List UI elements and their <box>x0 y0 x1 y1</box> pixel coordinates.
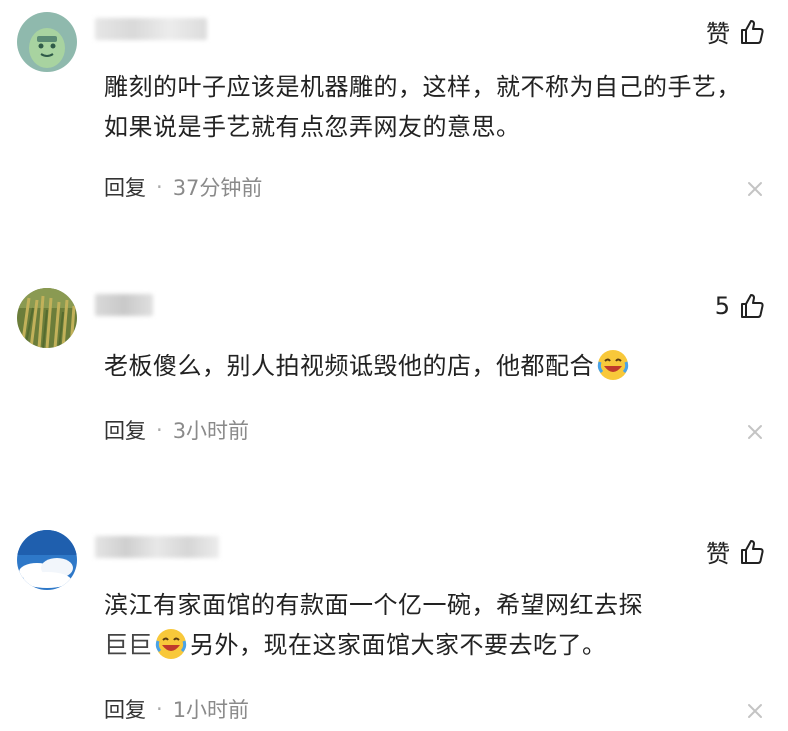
separator: · <box>156 697 163 721</box>
comment-meta: 回复 · 1小时前 <box>104 694 249 724</box>
comment-text-line2: 巨巨 另外，现在这家面馆大家不要去吃了。 <box>104 625 764 665</box>
reply-button[interactable]: 回复 <box>104 694 146 724</box>
comment-item: 赞 滨江有家面馆的有款面一个亿一碗，希望网红去探 巨巨 另外，现在这家面馆大家不… <box>0 0 788 731</box>
like-button[interactable]: 赞 <box>706 534 766 569</box>
thumbs-up-icon <box>738 538 766 566</box>
comment-text: 滨江有家面馆的有款面一个亿一碗，希望网红去探 巨巨 另外，现在这家面馆大家不要去… <box>104 585 764 665</box>
comment-text-content: 另外，现在这家面馆大家不要去吃了。 <box>190 631 607 659</box>
like-count: 赞 <box>706 540 730 568</box>
username[interactable] <box>95 536 219 558</box>
comment-text-line1: 滨江有家面馆的有款面一个亿一碗，希望网红去探 <box>104 591 643 619</box>
comment-time: 1小时前 <box>172 698 250 722</box>
close-icon[interactable] <box>746 702 764 720</box>
laughing-crying-emoji-icon <box>154 627 188 661</box>
avatar[interactable] <box>17 530 77 590</box>
garbled-text: 巨巨 <box>104 631 152 659</box>
